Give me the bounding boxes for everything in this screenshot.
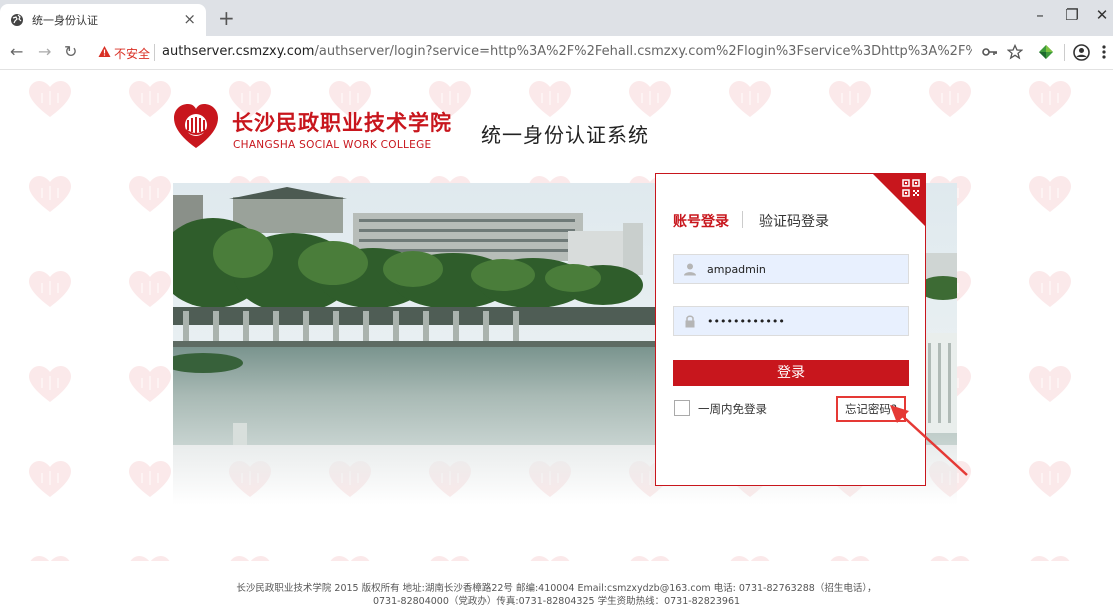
toolbar-divider [1064, 44, 1065, 61]
security-label: 不安全 [114, 47, 151, 61]
username-field [673, 254, 909, 284]
back-icon[interactable]: ← [10, 42, 23, 61]
school-logo-icon [174, 104, 218, 148]
footer-line-1: 长沙民政职业技术学院 2015 版权所有 地址:湖南长沙香樟路22号 邮编:41… [236, 583, 877, 594]
globe-icon [11, 14, 23, 26]
url-text[interactable]: authserver.csmzxy.com/authserver/login?s… [162, 44, 972, 59]
tab-title: 统一身份认证 [32, 14, 98, 27]
login-page: 长沙民政职业技术学院 CHANGSHA SOCIAL WORK COLLEGE … [0, 71, 1113, 606]
star-icon[interactable] [1007, 44, 1023, 60]
footer-line-2: 0731-82804000（党政办）传真:0731-82804325 学生资助热… [372, 596, 741, 606]
login-button[interactable]: 登录 [673, 360, 909, 386]
school-name-en: CHANGSHA SOCIAL WORK COLLEGE [233, 139, 432, 151]
profile-icon[interactable] [1073, 44, 1090, 61]
close-icon[interactable]: × [183, 10, 196, 28]
address-bar[interactable]: 不安全 authserver.csmzxy.com/authserver/log… [92, 40, 972, 66]
password-input[interactable] [707, 307, 905, 335]
remember-label: 一周内免登录 [698, 402, 767, 416]
browser-tab[interactable]: 统一身份认证 × [0, 4, 206, 36]
browser-tabbar: 统一身份认证 × + – ❐ ✕ [0, 0, 1113, 36]
menu-icon[interactable] [1101, 44, 1107, 60]
annotation-arrow [890, 405, 968, 476]
omnibox-divider [154, 44, 155, 61]
user-icon [684, 263, 696, 276]
tab-account-login[interactable]: 账号登录 [673, 211, 729, 231]
browser-toolbar: ← → ↻ 不安全 authserver.csmzxy.com/authserv… [0, 36, 1113, 70]
school-name-cn: 长沙民政职业技术学院 [232, 111, 452, 135]
key-icon[interactable] [982, 44, 998, 60]
lock-icon [685, 315, 695, 328]
remember-checkbox[interactable] [674, 400, 690, 416]
password-field [673, 306, 909, 336]
tab-divider [742, 211, 743, 228]
reload-icon[interactable]: ↻ [64, 42, 77, 61]
tab-code-login[interactable]: 验证码登录 [759, 211, 829, 231]
forward-icon[interactable]: → [38, 42, 51, 61]
username-input[interactable] [707, 255, 905, 283]
url-path: /authserver/login?service=http%3A%2F%2Fe… [314, 44, 972, 59]
url-host: authserver.csmzxy.com [162, 44, 315, 59]
warning-icon [98, 46, 111, 57]
extension-icon[interactable] [1038, 44, 1054, 60]
window-close-icon[interactable]: ✕ [1082, 6, 1113, 24]
system-title: 统一身份认证系统 [481, 123, 649, 147]
new-tab-button[interactable]: + [218, 6, 235, 30]
qrcode-icon[interactable] [902, 179, 920, 197]
